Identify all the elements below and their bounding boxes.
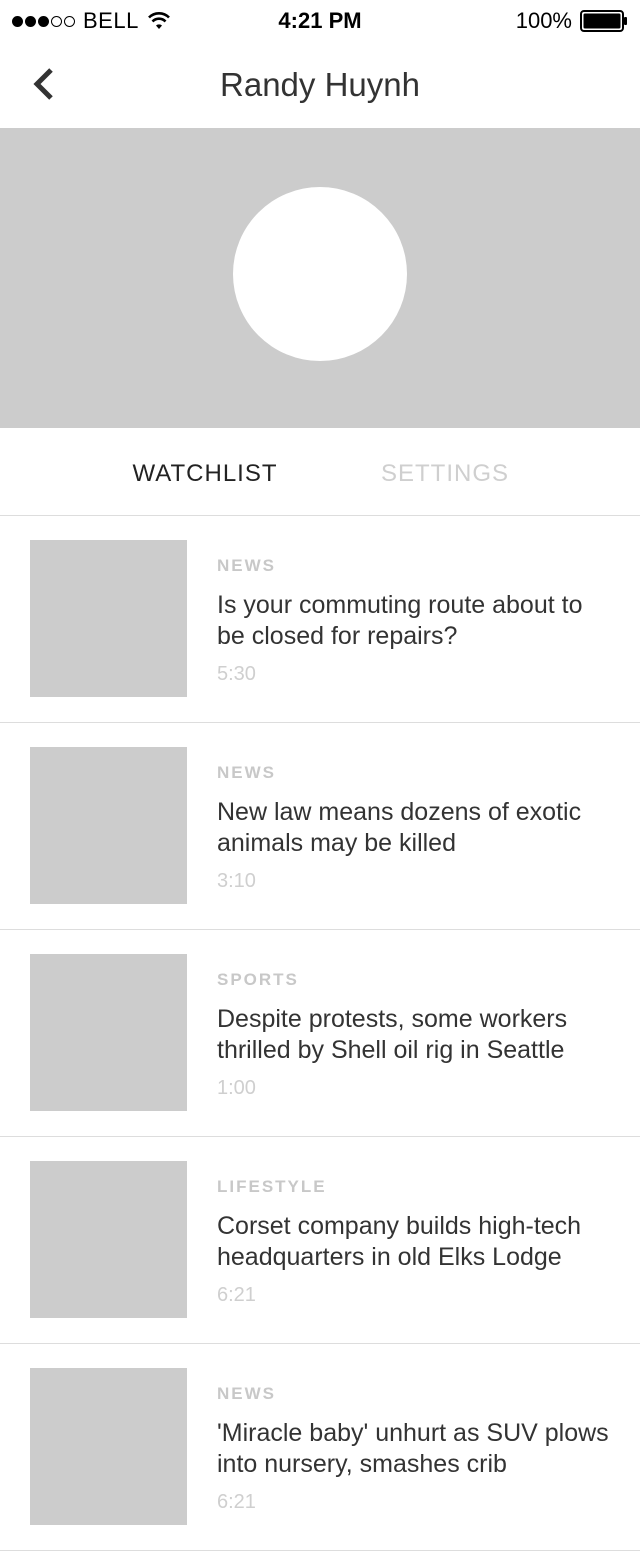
tab-settings[interactable]: SETTINGS [345, 460, 545, 488]
list-item[interactable]: NEWS Is your commuting route about to be… [0, 516, 640, 723]
item-headline: Is your commuting route about to be clos… [217, 591, 583, 650]
item-category: NEWS [217, 556, 276, 575]
item-category: LIFESTYLE [217, 1177, 327, 1196]
item-headline: 'Miracle baby' unhurt as SUV plows into … [217, 1419, 609, 1478]
wifi-icon [147, 12, 170, 29]
item-headline: Despite protests, some workers thrilled … [217, 1005, 568, 1064]
status-bar: BELL 4:21 PM 100% [0, 0, 640, 42]
tab-bar: WATCHLIST SETTINGS [0, 428, 640, 516]
watchlist: NEWS Is your commuting route about to be… [0, 516, 640, 1551]
avatar[interactable] [233, 187, 407, 361]
thumbnail [30, 540, 187, 697]
profile-banner [0, 128, 640, 428]
item-duration: 1:00 [217, 1077, 256, 1099]
page-title: Randy Huynh [220, 66, 420, 103]
signal-strength-icon [12, 15, 75, 27]
item-duration: 6:21 [217, 1491, 256, 1513]
navigation-bar: Randy Huynh [0, 42, 640, 128]
list-item[interactable]: NEWS New law means dozens of exotic anim… [0, 723, 640, 930]
list-item[interactable]: NEWS 'Miracle baby' unhurt as SUV plows … [0, 1344, 640, 1551]
item-category: NEWS [217, 763, 276, 782]
item-duration: 5:30 [217, 663, 256, 685]
thumbnail [30, 747, 187, 904]
list-item[interactable]: LIFESTYLE Corset company builds high-tec… [0, 1137, 640, 1344]
battery-icon [580, 10, 627, 32]
thumbnail [30, 954, 187, 1111]
item-headline: New law means dozens of exotic animals m… [217, 798, 582, 857]
item-duration: 3:10 [217, 870, 256, 892]
item-category: NEWS [217, 1384, 276, 1403]
battery-percentage: 100% [515, 8, 572, 33]
item-duration: 6:21 [217, 1284, 256, 1306]
item-category: SPORTS [217, 970, 299, 989]
tab-watchlist[interactable]: WATCHLIST [105, 460, 305, 488]
list-item[interactable]: SPORTS Despite protests, some workers th… [0, 930, 640, 1137]
item-headline: Corset company builds high-tech headquar… [217, 1212, 582, 1271]
thumbnail [30, 1161, 187, 1318]
thumbnail [30, 1368, 187, 1525]
carrier-name: BELL [83, 8, 139, 33]
